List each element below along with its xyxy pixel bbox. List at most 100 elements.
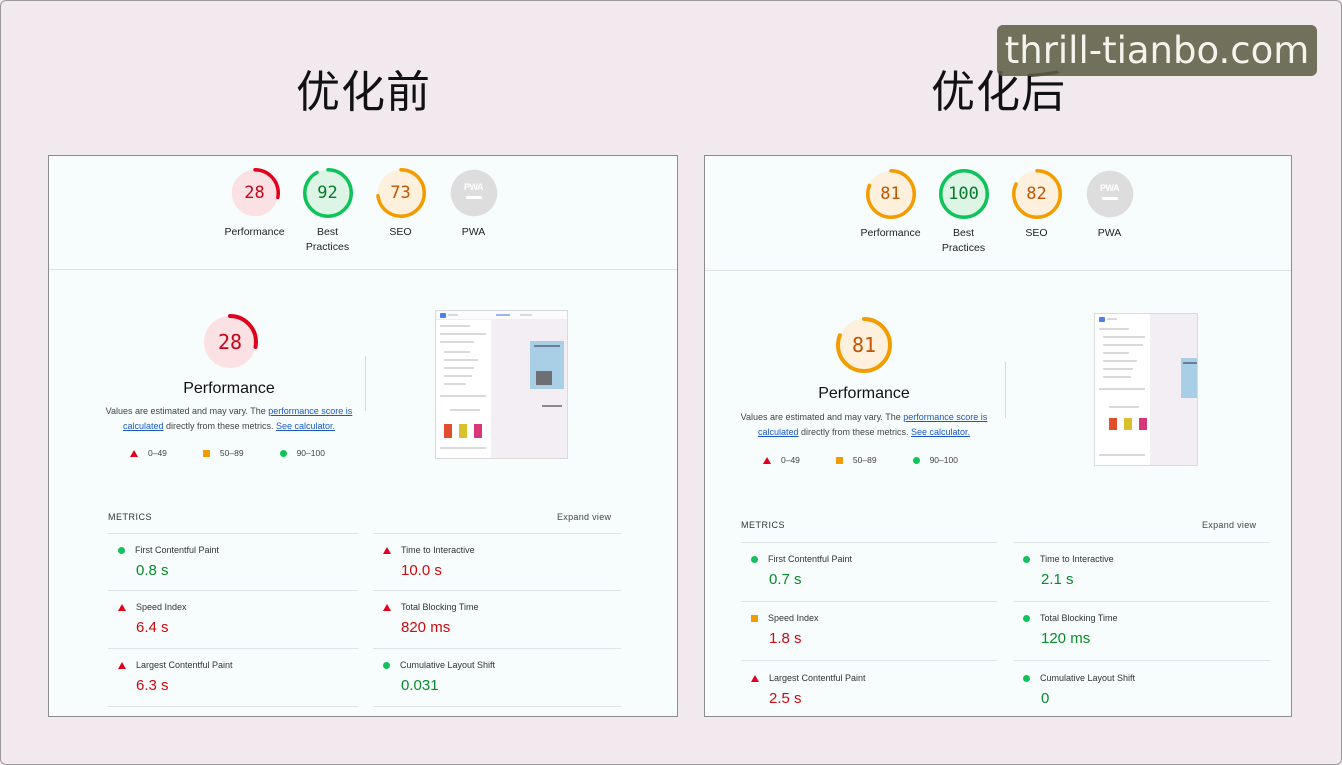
gauge-seo[interactable]: 82 SEO	[1001, 169, 1073, 256]
fail-triangle-icon	[751, 674, 759, 682]
score-gauges: 28 Performance 92 Best Practices 73 SEO …	[49, 168, 677, 255]
pass-circle-icon	[118, 546, 125, 554]
page-screenshot-thumbnail[interactable]	[1094, 313, 1198, 466]
gauge-ring: 100	[938, 169, 989, 219]
metrics-heading: METRICS	[741, 520, 785, 530]
performance-description: Values are estimated and may vary. The p…	[740, 412, 988, 437]
watermark: thrill-tianbo.com	[997, 25, 1317, 76]
metric-value: 820 ms	[401, 619, 451, 636]
gauge-ring: 73	[375, 168, 426, 218]
pwa-badge-icon: PWA	[1099, 183, 1120, 193]
pass-circle-icon	[751, 555, 758, 563]
gauge-performance[interactable]: 28 Performance	[219, 168, 291, 255]
metric-value: 0	[1041, 690, 1050, 707]
gauge-score: 82	[1026, 184, 1047, 204]
gauge-best-practices[interactable]: 92 Best Practices	[292, 168, 364, 255]
average-square-icon	[202, 449, 210, 457]
metric-largest-contentful-paint: Largest Contentful Paint 2.5 s	[751, 672, 866, 707]
metric-value: 10.0 s	[401, 562, 442, 579]
pwa-badge-icon: PWA	[463, 182, 484, 192]
metrics-heading: METRICS	[108, 512, 152, 522]
gauge-score: 28	[244, 183, 265, 203]
pass-circle-icon	[383, 661, 390, 669]
gauge-score: 73	[390, 183, 411, 203]
gauge-best-practices[interactable]: 100 Best Practices	[928, 169, 1000, 256]
fail-triangle-icon	[118, 603, 126, 611]
average-square-icon	[835, 456, 843, 464]
heading-before: 优化前	[296, 67, 431, 118]
score-legend: 0–49 50–89 90–100	[763, 455, 994, 465]
vertical-divider	[1005, 362, 1006, 418]
gauge-background	[1086, 170, 1133, 218]
gauge-performance[interactable]: 81 Performance	[855, 169, 927, 256]
gauge-score: 92	[317, 183, 338, 203]
metric-first-contentful-paint: First Contentful Paint 0.7 s	[751, 553, 852, 588]
fail-triangle-icon	[763, 456, 771, 464]
see-calculator-link[interactable]: See calculator.	[911, 427, 970, 437]
metric-value: 6.4 s	[136, 619, 169, 636]
metric-cumulative-layout-shift: Cumulative Layout Shift 0.031	[383, 659, 495, 694]
report-panel-before: 28 Performance 92 Best Practices 73 SEO …	[48, 155, 678, 717]
report-panel-after: 81 Performance 100 Best Practices 82 SEO…	[704, 155, 1292, 717]
performance-gauge: 28	[202, 314, 258, 370]
gauge-pwa[interactable]: PWA PWA	[438, 168, 510, 255]
metric-value: 2.1 s	[1041, 571, 1074, 588]
gauge-ring: 81	[865, 169, 916, 219]
metric-value: 1.8 s	[769, 630, 802, 647]
pwa-dash-icon	[1101, 197, 1118, 200]
performance-title: Performance	[818, 385, 910, 402]
performance-title: Performance	[183, 380, 275, 397]
metric-speed-index: Speed Index 6.4 s	[118, 601, 187, 636]
gauge-background	[450, 169, 497, 217]
metric-total-blocking-time: Total Blocking Time 820 ms	[383, 601, 479, 636]
metric-value: 0.031	[401, 677, 439, 694]
gauge-pwa[interactable]: PWA PWA	[1074, 169, 1146, 256]
gauge-ring: 82	[1011, 169, 1062, 219]
gauge-score: 100	[948, 184, 979, 204]
vertical-divider	[365, 356, 366, 411]
fail-triangle-icon	[130, 449, 138, 457]
pass-circle-icon	[912, 456, 920, 464]
gauge-label: SEO	[389, 226, 412, 238]
expand-view-toggle[interactable]: Expand view	[557, 512, 611, 522]
gauge-ring: 92	[302, 168, 353, 218]
gauge-label: Best Practices	[941, 227, 986, 254]
performance-gauge: 81	[836, 317, 892, 373]
gauge-seo[interactable]: 73 SEO	[365, 168, 437, 255]
see-calculator-link[interactable]: See calculator.	[276, 421, 335, 431]
metric-value: 120 ms	[1041, 630, 1091, 647]
fail-triangle-icon	[383, 603, 391, 611]
metric-value: 6.3 s	[136, 677, 169, 694]
metric-largest-contentful-paint: Largest Contentful Paint 6.3 s	[118, 659, 233, 694]
metric-first-contentful-paint: First Contentful Paint 0.8 s	[118, 544, 219, 579]
gauge-label: Performance	[860, 227, 921, 239]
metric-value: 0.8 s	[136, 562, 169, 579]
score-legend: 0–49 50–89 90–100	[130, 448, 361, 458]
score-gauges: 81 Performance 100 Best Practices 82 SEO…	[705, 169, 1291, 256]
gauge-ring: PWA	[1085, 169, 1135, 219]
gauge-label: SEO	[1025, 227, 1048, 239]
metric-time-to-interactive: Time to Interactive 2.1 s	[1023, 553, 1114, 588]
performance-score: 81	[851, 333, 877, 357]
average-square-icon	[751, 614, 758, 622]
divider	[705, 270, 1291, 271]
gauge-label: PWA	[461, 226, 486, 238]
metric-time-to-interactive: Time to Interactive 10.0 s	[383, 544, 475, 579]
gauge-label: PWA	[1097, 227, 1122, 239]
gauge-label: Performance	[224, 226, 285, 238]
metric-cumulative-layout-shift: Cumulative Layout Shift 0	[1023, 672, 1135, 707]
gauge-arc-svg	[450, 169, 497, 217]
pass-circle-icon	[1023, 555, 1030, 563]
gauge-arc-svg	[1086, 170, 1133, 218]
expand-view-toggle[interactable]: Expand view	[1202, 520, 1256, 530]
metric-value: 0.7 s	[769, 571, 802, 588]
gauge-ring: PWA	[449, 168, 499, 218]
fail-triangle-icon	[383, 546, 391, 554]
metric-speed-index: Speed Index 1.8 s	[751, 612, 819, 647]
pass-circle-icon	[279, 449, 287, 457]
page-screenshot-thumbnail[interactable]	[435, 310, 568, 459]
performance-description: Values are estimated and may vary. The p…	[105, 406, 353, 431]
metric-total-blocking-time: Total Blocking Time 120 ms	[1023, 612, 1118, 647]
performance-score: 28	[217, 330, 243, 354]
gauge-score: 81	[880, 184, 901, 204]
